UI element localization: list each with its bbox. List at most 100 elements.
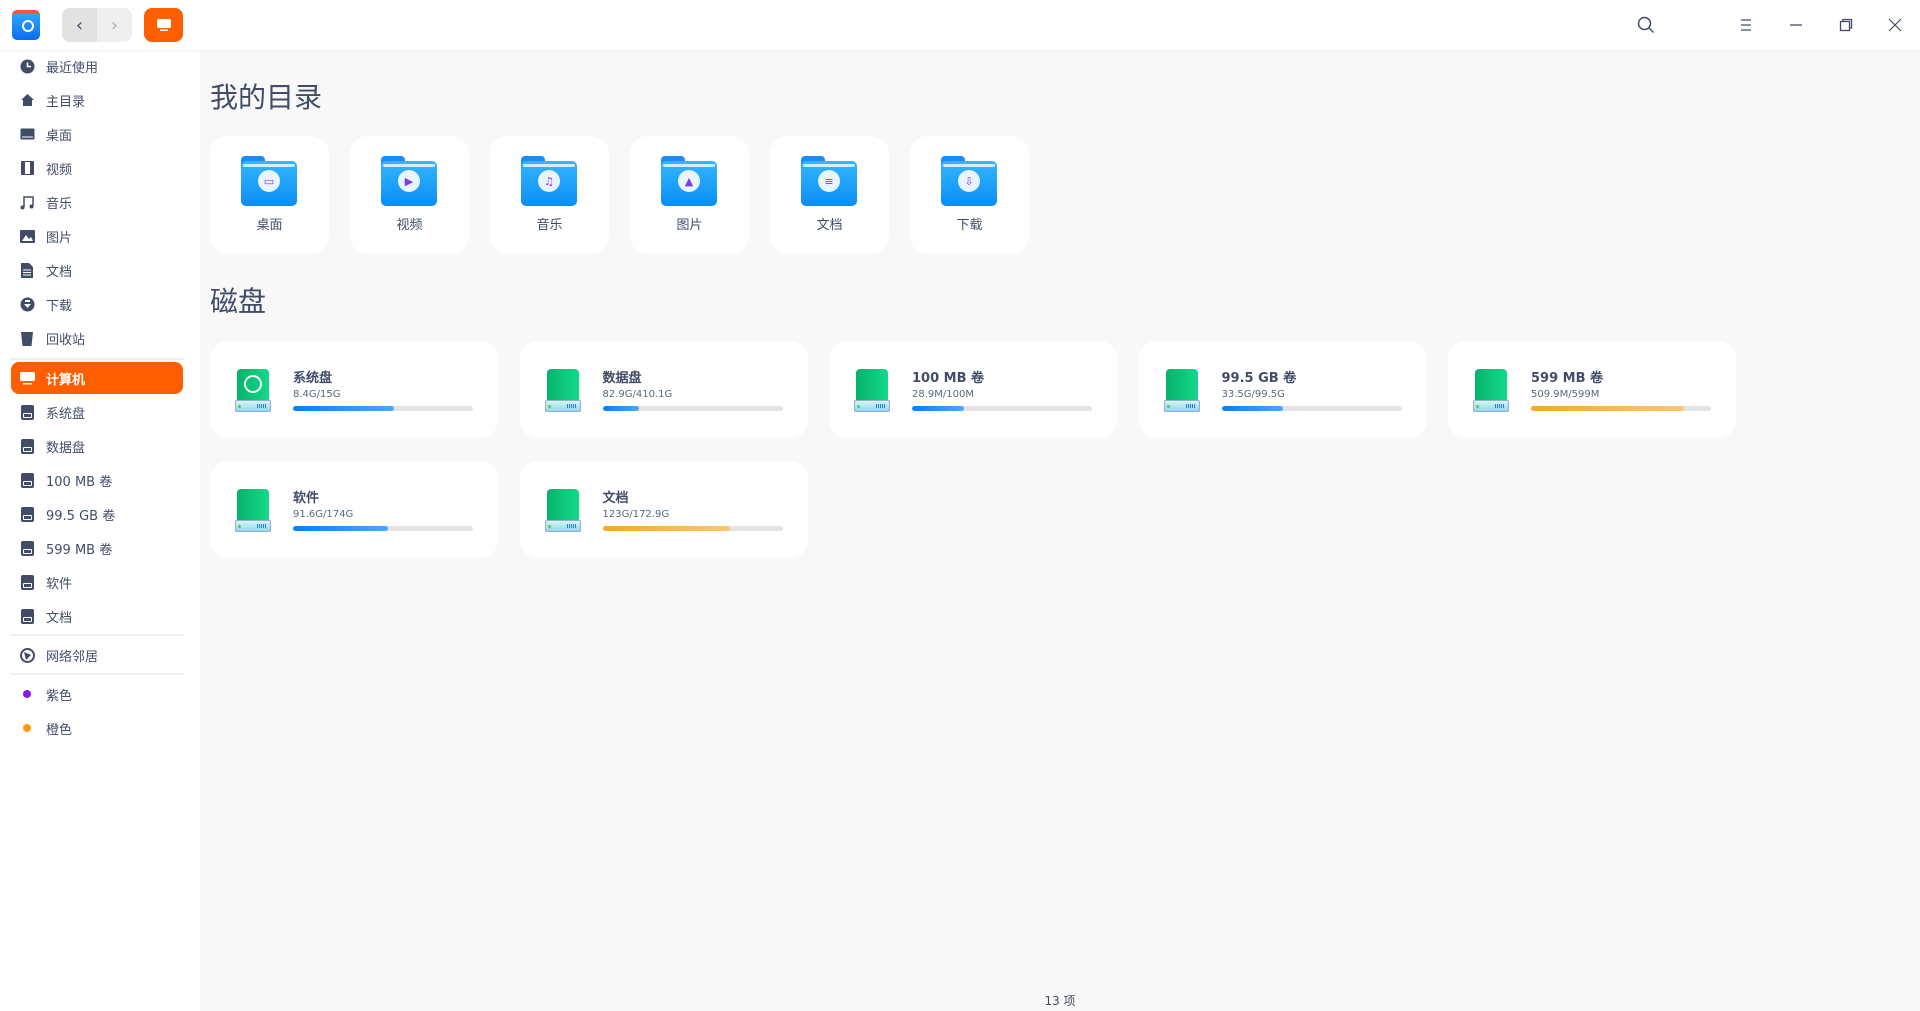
disk-name: 99.5 GB 卷 (1221, 371, 1297, 386)
orange-tag-dot-icon (23, 724, 31, 732)
disk-name: 软件 (293, 491, 320, 506)
disks-heading: 磁盘 (210, 285, 267, 318)
sidebar-item-videos[interactable]: 视频 (11, 152, 183, 184)
disk-usage-fill (602, 526, 731, 531)
search-icon[interactable] (1634, 13, 1658, 37)
trash-icon (19, 330, 35, 346)
disk-icon (854, 369, 890, 413)
sidebar-item-disk-99gb[interactable]: 99.5 GB 卷 (11, 498, 183, 530)
sidebar-item-disk-documents[interactable]: 文档 (11, 600, 183, 632)
disk-name: 599 MB 卷 (1531, 371, 1604, 386)
minimize-icon[interactable] (1784, 13, 1808, 37)
disk-card[interactable]: 系统盘 8.4G/15G (210, 341, 498, 438)
disk-name: 文档 (602, 491, 629, 506)
disk-usage-bar (912, 406, 1092, 411)
sidebar-item-pictures[interactable]: 图片 (11, 220, 183, 252)
disk-icon (19, 540, 35, 556)
disk-usage-bar (293, 406, 473, 411)
disk-icon (19, 472, 35, 488)
disk-card[interactable]: 599 MB 卷 509.9M/599M (1448, 341, 1736, 438)
network-icon (19, 647, 35, 663)
disk-card[interactable]: 100 MB 卷 28.9M/100M (829, 341, 1117, 438)
disk-icon (544, 369, 581, 413)
app-logo-icon (12, 10, 40, 40)
disk-usage-fill (293, 406, 394, 411)
disk-icon (19, 506, 35, 522)
disk-usage-bar (293, 526, 473, 531)
disk-card[interactable]: 文档 123G/172.9G (519, 461, 808, 558)
document-icon (19, 262, 35, 278)
downloads-folder-icon: ⇩ (941, 156, 997, 206)
desktop-folder-icon: ▭ (241, 156, 297, 206)
purple-tag-dot-icon (23, 690, 31, 698)
sidebar-item-disk-software[interactable]: 软件 (11, 566, 183, 598)
disk-usage-bar (1221, 406, 1402, 411)
computer-icon (19, 370, 35, 386)
folder-card-desktop[interactable]: ▭ 桌面 (210, 136, 329, 254)
disk-usage-bar (602, 406, 783, 411)
disk-icon (19, 574, 35, 590)
sidebar-divider (10, 358, 184, 360)
picture-icon (19, 228, 35, 244)
pictures-folder-icon: ▲ (661, 156, 717, 206)
disk-icon (1163, 369, 1200, 413)
clock-icon (19, 58, 35, 74)
folder-label: 下载 (956, 218, 983, 233)
sidebar-item-home[interactable]: 主目录 (11, 84, 183, 116)
disk-name: 100 MB 卷 (912, 371, 985, 386)
folder-card-music[interactable]: ♫ 音乐 (490, 136, 609, 254)
download-icon (19, 296, 35, 312)
sidebar-item-tag-purple[interactable]: 紫色 (11, 678, 183, 710)
folder-card-downloads[interactable]: ⇩ 下载 (910, 136, 1029, 254)
disk-icon (544, 489, 581, 533)
desktop-icon (19, 126, 35, 142)
maximize-icon[interactable] (1834, 13, 1858, 37)
disk-usage-text: 509.9M/599M (1531, 389, 1600, 400)
disk-card[interactable]: 99.5 GB 卷 33.5G/99.5G (1138, 341, 1427, 438)
sidebar-item-network[interactable]: 网络邻居 (11, 639, 183, 671)
disk-usage-bar (602, 526, 783, 531)
back-button[interactable]: ‹ (62, 8, 97, 42)
sidebar-item-trash[interactable]: 回收站 (11, 322, 183, 354)
disk-card[interactable]: 软件 91.6G/174G (210, 461, 498, 558)
disk-name: 系统盘 (293, 371, 333, 386)
documents-folder-icon: ≡ (801, 156, 857, 206)
sidebar-item-disk-data[interactable]: 数据盘 (11, 430, 183, 462)
folder-label: 音乐 (536, 218, 563, 233)
disk-icon (19, 438, 35, 454)
folder-label: 视频 (396, 218, 423, 233)
disk-card[interactable]: 数据盘 82.9G/410.1G (519, 341, 808, 438)
folder-label: 文档 (816, 218, 843, 233)
sidebar-item-tag-orange[interactable]: 橙色 (11, 712, 183, 744)
sidebar-item-computer[interactable]: 计算机 (11, 362, 183, 394)
sidebar-item-disk-100mb[interactable]: 100 MB 卷 (11, 464, 183, 496)
music-folder-icon: ♫ (521, 156, 577, 206)
sidebar-item-downloads[interactable]: 下载 (11, 288, 183, 320)
title-bar: ‹ › (0, 0, 1920, 50)
folder-card-pictures[interactable]: ▲ 图片 (630, 136, 749, 254)
sidebar-item-desktop[interactable]: 桌面 (11, 118, 183, 150)
film-icon (19, 160, 35, 176)
disk-name: 数据盘 (602, 371, 642, 386)
disk-usage-fill (293, 526, 389, 531)
disk-usage-text: 82.9G/410.1G (602, 389, 673, 400)
menu-icon[interactable] (1734, 13, 1758, 37)
sidebar-item-recent[interactable]: 最近使用 (11, 50, 183, 82)
folder-card-videos[interactable]: ▶ 视频 (350, 136, 469, 254)
computer-breadcrumb-button[interactable] (144, 8, 183, 42)
disk-usage-text: 8.4G/15G (293, 389, 341, 400)
close-icon[interactable] (1883, 13, 1907, 37)
sidebar-divider (10, 673, 184, 675)
sidebar-item-disk-system[interactable]: 系统盘 (11, 396, 183, 428)
folder-label: 桌面 (256, 218, 283, 233)
sidebar-item-disk-599mb[interactable]: 599 MB 卷 (11, 532, 183, 564)
music-icon (19, 194, 35, 210)
sidebar-item-music[interactable]: 音乐 (11, 186, 183, 218)
item-count-status: 13 项 (1044, 994, 1076, 1008)
folder-label: 图片 (676, 218, 703, 233)
disk-icon (19, 608, 35, 624)
disk-usage-text: 91.6G/174G (293, 509, 354, 520)
forward-button[interactable]: › (97, 8, 132, 42)
sidebar-item-documents[interactable]: 文档 (11, 254, 183, 286)
folder-card-documents[interactable]: ≡ 文档 (770, 136, 889, 254)
